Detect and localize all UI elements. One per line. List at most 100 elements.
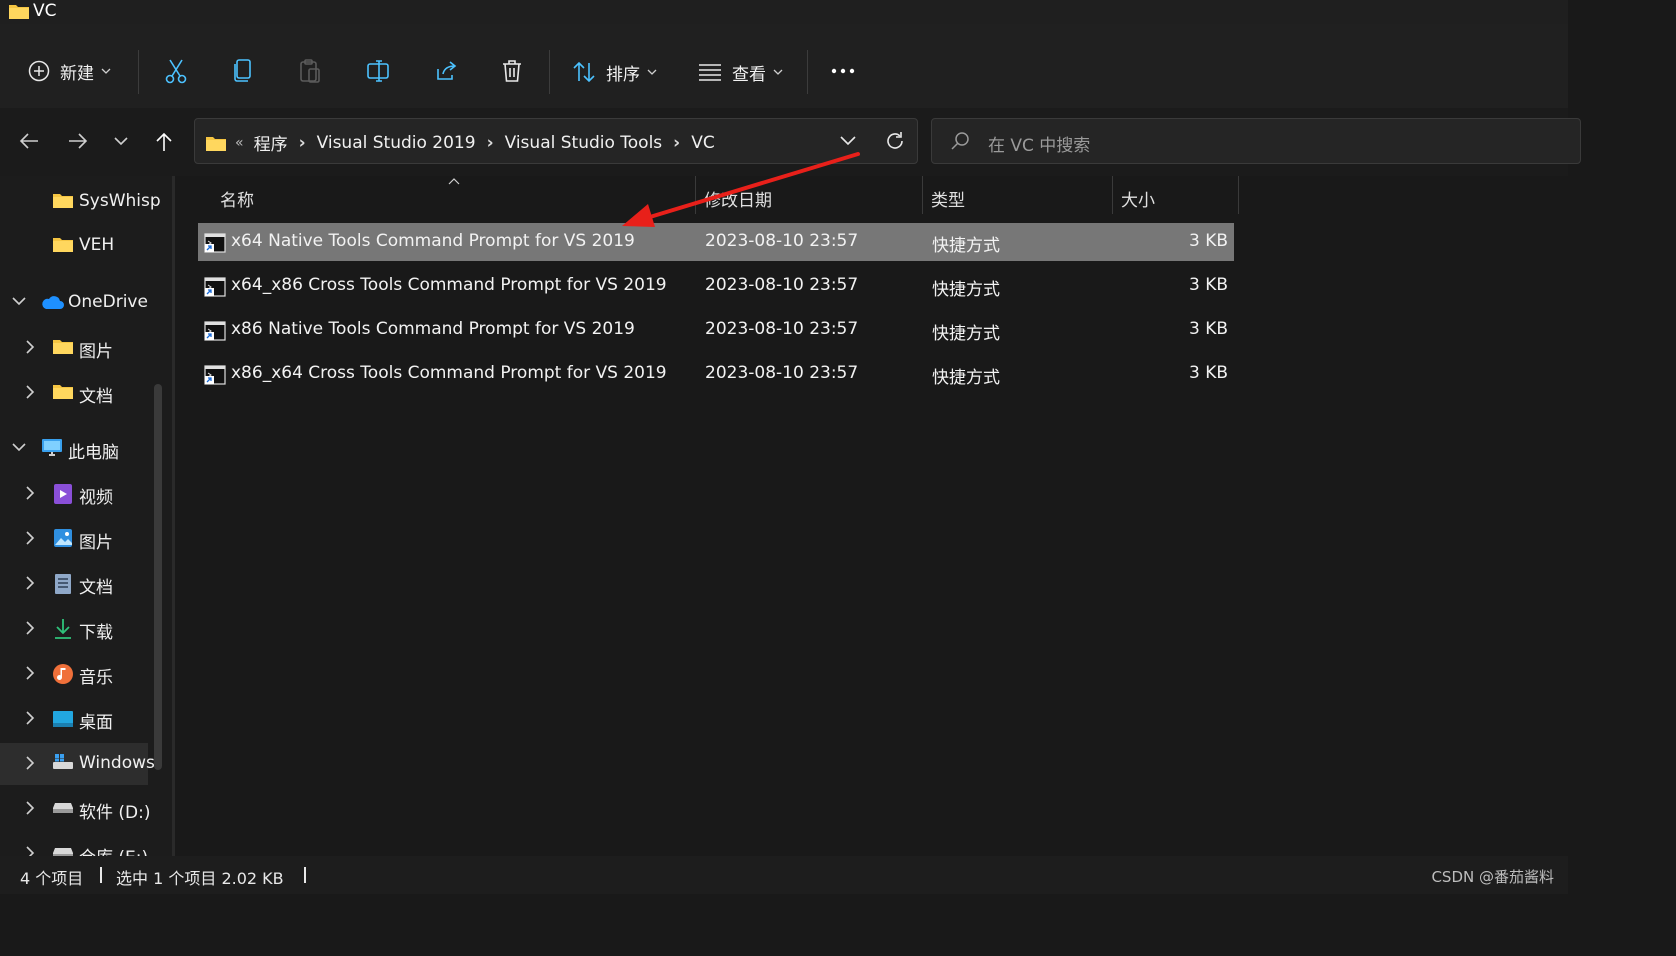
- table-row[interactable]: x64_x86 Cross Tools Command Prompt for V…: [198, 267, 1234, 305]
- chevron-right-icon[interactable]: [26, 846, 35, 856]
- file-date: 2023-08-10 23:57: [705, 319, 859, 339]
- chevron-down-icon: [114, 137, 128, 146]
- column-divider[interactable]: [1238, 176, 1239, 214]
- folder-icon: [52, 337, 74, 355]
- status-bar: 4 个项目 选中 1 个项目 2.02 KB CSDN @番茄酱料: [0, 856, 1568, 894]
- sort-icon: [573, 61, 595, 83]
- file-name: x86_x64 Cross Tools Command Prompt for V…: [231, 363, 667, 383]
- desktop-icon: [52, 710, 74, 728]
- chevron-down-icon[interactable]: [12, 443, 26, 452]
- table-row[interactable]: x86_x64 Cross Tools Command Prompt for V…: [198, 355, 1234, 393]
- sidebar-item-windows-drive[interactable]: Windows: [0, 743, 155, 785]
- copy-button[interactable]: [232, 58, 254, 84]
- sidebar-item-label: 下载: [79, 623, 113, 643]
- folder-icon: [52, 191, 74, 209]
- sidebar-item-drive-d[interactable]: 软件 (D:): [0, 788, 151, 830]
- chevron-down-icon[interactable]: [12, 297, 26, 306]
- pane-divider[interactable]: [172, 176, 175, 856]
- file-size: 3 KB: [1188, 231, 1228, 251]
- chevron-right-icon[interactable]: [26, 531, 35, 545]
- column-header-date[interactable]: 修改日期: [696, 176, 922, 216]
- rename-button[interactable]: [366, 59, 390, 83]
- view-button-label: 查看: [732, 64, 766, 85]
- sidebar-item-this-pc[interactable]: 此电脑: [0, 428, 148, 470]
- paste-button[interactable]: [299, 58, 321, 84]
- share-button[interactable]: [434, 59, 458, 83]
- toolbar-separator: [807, 50, 808, 94]
- chevron-right-icon[interactable]: [26, 711, 35, 725]
- title-bar: VC: [0, 0, 1568, 24]
- chevron-right-icon[interactable]: [26, 385, 35, 399]
- new-button[interactable]: 新建: [28, 56, 111, 86]
- forward-button[interactable]: [68, 132, 88, 150]
- item-count: 4 个项目: [20, 869, 84, 888]
- chevron-down-icon: [773, 69, 783, 75]
- file-type: 快捷方式: [932, 324, 1000, 344]
- sidebar-item-downloads[interactable]: 下载: [0, 608, 148, 650]
- sidebar-item-videos[interactable]: 视频: [0, 473, 148, 515]
- column-header-name[interactable]: 名称: [198, 176, 694, 216]
- drive-icon: [52, 802, 74, 814]
- search-box[interactable]: 在 VC 中搜索: [931, 118, 1581, 164]
- column-header-label: 名称: [220, 191, 254, 211]
- sidebar-item-label: 桌面: [79, 713, 113, 733]
- download-icon: [54, 618, 72, 640]
- refresh-button[interactable]: [884, 130, 906, 152]
- folder-icon: [206, 136, 226, 151]
- breadcrumb: « 程序 › Visual Studio 2019 › Visual Studi…: [205, 130, 715, 155]
- breadcrumb-item[interactable]: 程序: [254, 130, 288, 155]
- breadcrumb-overflow[interactable]: «: [235, 135, 244, 151]
- file-type: 快捷方式: [932, 368, 1000, 388]
- column-header-size[interactable]: 大小: [1113, 176, 1239, 216]
- back-button[interactable]: [19, 132, 39, 150]
- chevron-right-icon[interactable]: [26, 621, 35, 635]
- sidebar-item-onedrive[interactable]: OneDrive: [0, 282, 148, 324]
- selection-info: 选中 1 个项目 2.02 KB: [116, 869, 284, 888]
- breadcrumb-item-current[interactable]: VC: [691, 133, 715, 153]
- sidebar-item-desktop[interactable]: 桌面: [0, 698, 148, 740]
- address-history-button[interactable]: [840, 136, 856, 146]
- sidebar-item-drive-e[interactable]: 仓库 (E:): [0, 833, 148, 856]
- delete-button[interactable]: [501, 58, 523, 84]
- sidebar-item-onedrive-pictures[interactable]: 图片: [0, 327, 148, 369]
- sidebar-scrollbar[interactable]: [154, 384, 162, 770]
- table-row[interactable]: x64 Native Tools Command Prompt for VS 2…: [198, 223, 1234, 261]
- breadcrumb-item[interactable]: Visual Studio Tools: [505, 133, 663, 153]
- sidebar-item-label: 图片: [79, 533, 113, 553]
- chevron-right-icon: ›: [673, 132, 681, 153]
- table-row[interactable]: x86 Native Tools Command Prompt for VS 2…: [198, 311, 1234, 349]
- chevron-right-icon[interactable]: [26, 576, 35, 590]
- sidebar-item-pictures[interactable]: 图片: [0, 518, 148, 560]
- file-type: 快捷方式: [932, 236, 1000, 256]
- file-size: 3 KB: [1188, 275, 1228, 295]
- more-options-button[interactable]: [831, 68, 855, 74]
- chevron-right-icon[interactable]: [26, 756, 35, 770]
- file-size: 3 KB: [1188, 363, 1228, 383]
- cut-button[interactable]: [164, 58, 188, 84]
- sidebar-item-veh[interactable]: VEH: [0, 225, 148, 267]
- drive-icon: [52, 847, 74, 856]
- chevron-right-icon[interactable]: [26, 340, 35, 354]
- sidebar-item-label: 图片: [79, 342, 113, 362]
- sidebar-item-syswhisp[interactable]: SysWhisp: [0, 181, 161, 223]
- chevron-right-icon[interactable]: [26, 486, 35, 500]
- chevron-down-icon: [101, 68, 111, 74]
- chevron-down-icon: [647, 69, 657, 75]
- file-name: x86 Native Tools Command Prompt for VS 2…: [231, 319, 635, 339]
- scissors-icon: [165, 59, 187, 84]
- address-bar[interactable]: « 程序 › Visual Studio 2019 › Visual Studi…: [194, 118, 918, 164]
- sort-button[interactable]: 排序: [572, 57, 657, 87]
- chevron-right-icon[interactable]: [26, 801, 35, 815]
- sidebar-item-onedrive-documents[interactable]: 文档: [0, 372, 148, 414]
- status-separator: [304, 867, 306, 883]
- breadcrumb-item[interactable]: Visual Studio 2019: [317, 133, 476, 153]
- chevron-right-icon[interactable]: [26, 666, 35, 680]
- column-header-type[interactable]: 类型: [923, 176, 1112, 216]
- up-button[interactable]: [155, 132, 173, 152]
- view-button[interactable]: 查看: [698, 57, 783, 87]
- sidebar-item-music[interactable]: 音乐: [0, 653, 148, 695]
- recent-locations-button[interactable]: [114, 137, 128, 146]
- shortcut-cmd-icon: [204, 277, 226, 297]
- sidebar-item-label: Windows: [79, 753, 155, 773]
- sidebar-item-documents[interactable]: 文档: [0, 563, 148, 605]
